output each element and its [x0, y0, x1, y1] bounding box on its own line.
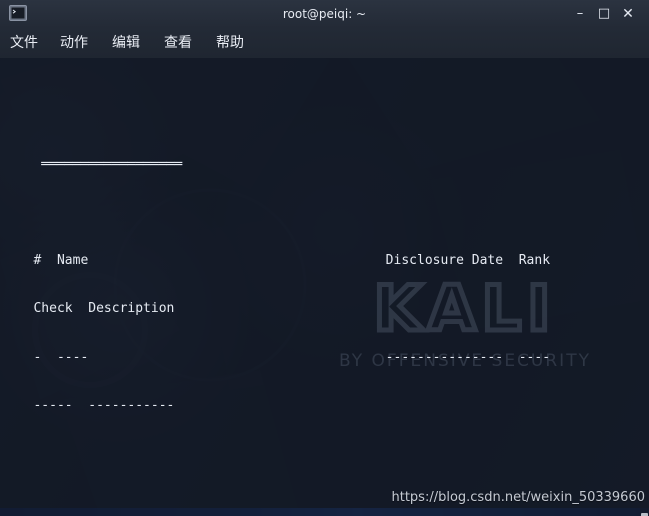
- table-header-line-1: # Name Disclosure Date Rank: [10, 253, 551, 269]
- output-line-blank-2: [10, 205, 626, 221]
- output-rule-top: ══════════════════: [10, 156, 183, 172]
- close-button[interactable]: ✕: [617, 0, 639, 28]
- terminal-window: root@peiqi: ~ – □ ✕ 文件 动作 编辑 查看 帮助 KALI …: [0, 0, 649, 516]
- menu-item-edit[interactable]: 编辑: [112, 28, 140, 58]
- table-rule-line-2: ----- -----------: [10, 397, 175, 413]
- menu-item-view[interactable]: 查看: [164, 28, 192, 58]
- window-title: root@peiqi: ~: [282, 7, 367, 21]
- menu-item-actions[interactable]: 动作: [60, 28, 88, 58]
- table-header-line-2: Check Description: [10, 301, 175, 317]
- table-rule-line-1: - ---- --------------- ----: [10, 349, 551, 365]
- output-line-blank-3: [10, 446, 626, 462]
- scrollbar-track[interactable]: [640, 58, 649, 516]
- terminal-area[interactable]: KALI BY OFFENSIVE SECURITY ═════════════…: [0, 58, 649, 516]
- menu-item-help[interactable]: 帮助: [216, 28, 244, 58]
- output-line-blank-1: [10, 108, 626, 124]
- minimize-button[interactable]: –: [569, 0, 591, 28]
- menu-item-file[interactable]: 文件: [10, 28, 38, 58]
- csdn-watermark: https://blog.csdn.net/weixin_50339660: [391, 490, 645, 505]
- maximize-button[interactable]: □: [593, 0, 615, 28]
- menubar: 文件 动作 编辑 查看 帮助: [0, 28, 649, 58]
- titlebar: root@peiqi: ~ – □ ✕: [0, 0, 649, 29]
- terminal-output: ══════════════════ # Name Disclosure Dat…: [10, 60, 626, 516]
